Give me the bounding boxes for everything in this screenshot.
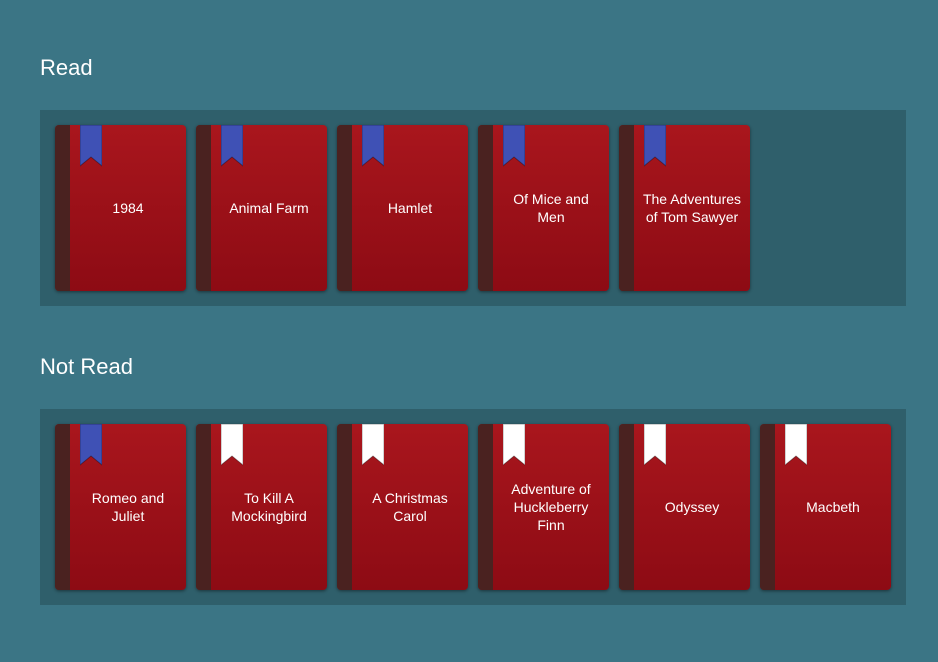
book-card[interactable]: Animal Farm [196, 125, 327, 291]
section-title-not-read: Not Read [40, 354, 133, 379]
book-card[interactable]: A Christmas Carol [337, 424, 468, 590]
book-title: Hamlet [387, 200, 433, 216]
book-title: Macbeth [806, 499, 860, 515]
book-card[interactable]: Odyssey [619, 424, 750, 590]
book-card[interactable]: To Kill A Mockingbird [196, 424, 327, 590]
book-title: The Adventures of Tom Sawyer [642, 191, 742, 225]
book-card[interactable]: Hamlet [337, 125, 468, 291]
book-title: 1984 [112, 200, 144, 216]
book-title: Animal Farm [229, 200, 309, 216]
book-card[interactable]: Romeo and Juliet [55, 424, 186, 590]
book-title: Adventure of Huckleberry Finn [511, 481, 591, 533]
book-list-not-read: Romeo and Juliet To Kill A Mockingbird A C… [55, 424, 891, 590]
shelf-read: 1984 Animal Farm Hamlet Of Mice and Men The … [40, 110, 906, 306]
book-spine [478, 125, 493, 291]
section-title-read: Read [40, 55, 93, 80]
book-title: To Kill A Mockingbird [231, 490, 307, 524]
book-card[interactable]: Macbeth [760, 424, 891, 590]
shelf-not-read: Romeo and Juliet To Kill A Mockingbird A C… [40, 409, 906, 605]
book-spine [619, 125, 634, 291]
book-card[interactable]: 1984 [55, 125, 186, 291]
book-spine [196, 424, 211, 590]
book-spine [196, 125, 211, 291]
book-spine [619, 424, 634, 590]
book-list-read: 1984 Animal Farm Hamlet Of Mice and Men The … [55, 125, 750, 291]
book-spine [55, 125, 70, 291]
book-card[interactable]: The Adventures of Tom Sawyer [619, 125, 750, 291]
book-card[interactable]: Adventure of Huckleberry Finn [478, 424, 609, 590]
book-title: Odyssey [664, 499, 720, 515]
book-spine [337, 125, 352, 291]
book-spine [55, 424, 70, 590]
book-card[interactable]: Of Mice and Men [478, 125, 609, 291]
book-title: A Christmas Carol [372, 490, 448, 524]
book-title: Romeo and Juliet [91, 490, 165, 524]
book-spine [478, 424, 493, 590]
book-title: Of Mice and Men [513, 191, 589, 225]
book-spine [337, 424, 352, 590]
book-spine [760, 424, 775, 590]
